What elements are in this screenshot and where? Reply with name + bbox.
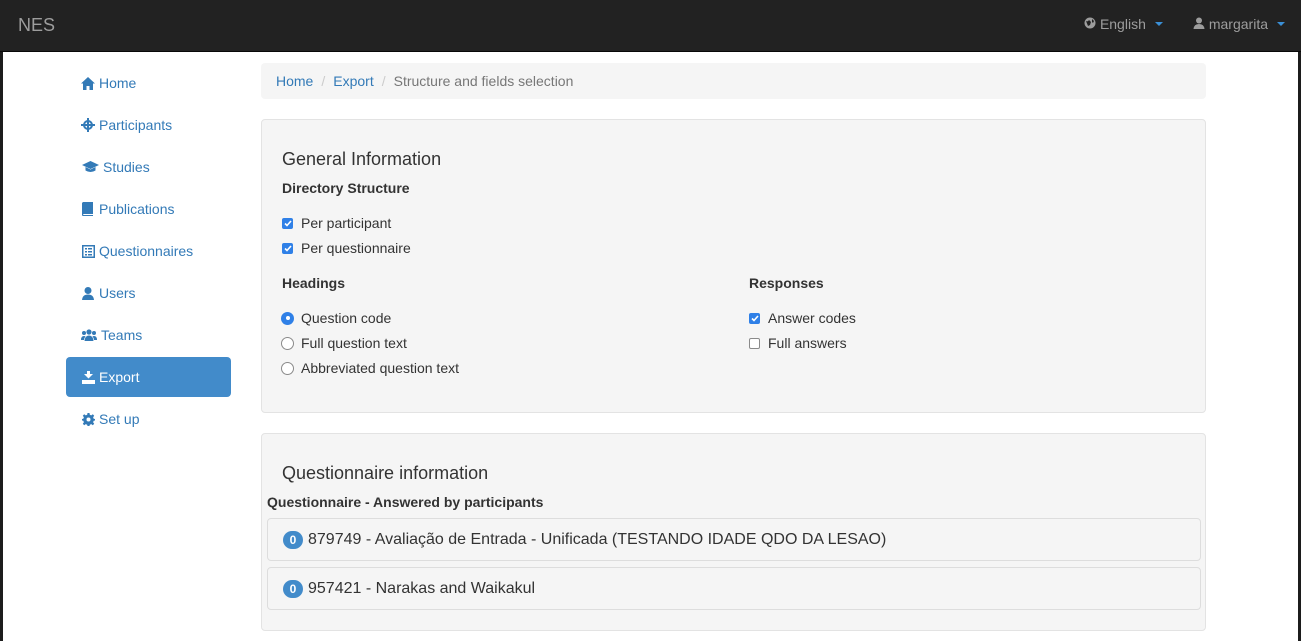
language-label: English: [1099, 16, 1146, 32]
question-code-radio[interactable]: [281, 311, 294, 325]
sidebar-item-home[interactable]: Home: [66, 63, 231, 103]
sidebar: Home Participants Studies Publications Q…: [66, 63, 231, 441]
sidebar-item-label: Home: [99, 75, 137, 91]
questionnaire-item-label: 957421 - Narakas and Waikakul: [308, 579, 536, 597]
sidebar-item-label: Questionnaires: [99, 243, 194, 259]
brand-logo[interactable]: NES: [18, 15, 55, 36]
full-question-text-label: Full question text: [301, 335, 407, 351]
sidebar-item-export[interactable]: Export: [66, 357, 231, 397]
questionnaire-information-title: Questionnaire information: [282, 463, 489, 483]
chevron-down-icon: [1154, 22, 1163, 26]
language-dropdown[interactable]: English: [1084, 16, 1163, 32]
breadcrumb-current: Structure and fields selection: [393, 73, 574, 89]
breadcrumb: Home / Export / Structure and fields selecti…: [261, 63, 1206, 99]
breadcrumb-export[interactable]: Export: [333, 73, 373, 89]
abbreviated-question-text-option[interactable]: Abbreviated question text: [281, 359, 459, 377]
directory-structure-title: Directory Structure: [282, 180, 410, 196]
questionnaire-subtitle: Questionnaire - Answered by participants: [267, 494, 544, 510]
per-questionnaire-option[interactable]: Per questionnaire: [282, 239, 411, 257]
top-navbar: NES English margarita: [0, 0, 1301, 52]
questionnaire-information-panel: Questionnaire information Questionnaire …: [261, 433, 1206, 631]
per-participant-option[interactable]: Per participant: [282, 214, 391, 232]
sidebar-item-label: Publications: [99, 201, 175, 217]
sidebar-item-setup[interactable]: Set up: [66, 399, 231, 439]
question-code-label: Question code: [301, 310, 392, 326]
answer-codes-label: Answer codes: [768, 310, 856, 326]
abbreviated-question-text-radio[interactable]: [281, 361, 294, 375]
per-questionnaire-checkbox[interactable]: [282, 242, 293, 254]
abbreviated-question-text-label: Abbreviated question text: [301, 360, 459, 376]
answer-codes-option[interactable]: Answer codes: [749, 309, 856, 327]
users-icon: [81, 328, 97, 342]
questionnaire-item[interactable]: 0 957421 - Narakas and Waikakul: [267, 567, 1201, 610]
globe-icon: [1084, 16, 1096, 32]
sidebar-item-label: Teams: [101, 327, 143, 343]
list-alt-icon: [81, 244, 95, 258]
general-information-title: General Information: [282, 149, 442, 169]
full-answers-label: Full answers: [768, 335, 847, 351]
count-badge: 0: [283, 530, 303, 549]
home-icon: [81, 76, 95, 90]
question-code-option[interactable]: Question code: [281, 309, 391, 327]
sidebar-item-label: Export: [99, 369, 140, 385]
chevron-down-icon: [1277, 22, 1285, 26]
questionnaire-item-label: 879749 - Avaliação de Entrada - Unificad…: [308, 530, 887, 548]
user-icon: [81, 286, 95, 300]
sidebar-item-users[interactable]: Users: [66, 273, 231, 313]
crosshair-icon: [81, 118, 95, 132]
responses-title: Responses: [749, 275, 824, 291]
full-answers-option[interactable]: Full answers: [749, 334, 847, 352]
breadcrumb-separator: /: [321, 73, 326, 89]
full-question-text-radio[interactable]: [281, 336, 294, 350]
book-icon: [81, 202, 95, 216]
user-dropdown[interactable]: margarita: [1193, 16, 1285, 32]
sidebar-item-questionnaires[interactable]: Questionnaires: [66, 231, 231, 271]
username-label: margarita: [1208, 16, 1268, 32]
window-border-left: [0, 52, 3, 641]
sidebar-item-label: Users: [99, 285, 136, 301]
graduation-cap-icon: [81, 160, 99, 174]
breadcrumb-home[interactable]: Home: [276, 73, 313, 89]
sidebar-item-label: Set up: [99, 411, 140, 427]
per-questionnaire-label: Per questionnaire: [301, 240, 411, 256]
export-icon: [81, 370, 95, 384]
sidebar-item-studies[interactable]: Studies: [66, 147, 231, 187]
per-participant-label: Per participant: [301, 215, 392, 231]
breadcrumb-separator: /: [381, 73, 386, 89]
per-participant-checkbox[interactable]: [282, 217, 293, 229]
navbar-right: English margarita: [1084, 16, 1285, 32]
general-information-panel: General Information Directory Structure …: [261, 119, 1206, 413]
headings-title: Headings: [282, 275, 346, 291]
sidebar-item-label: Studies: [103, 159, 150, 175]
sidebar-item-teams[interactable]: Teams: [66, 315, 231, 355]
sidebar-item-publications[interactable]: Publications: [66, 189, 231, 229]
count-badge: 0: [283, 579, 303, 598]
full-question-text-option[interactable]: Full question text: [281, 334, 407, 352]
full-answers-checkbox[interactable]: [749, 337, 760, 349]
sidebar-item-label: Participants: [99, 117, 173, 133]
questionnaire-item[interactable]: 0 879749 - Avaliação de Entrada - Unific…: [267, 518, 1201, 561]
answer-codes-checkbox[interactable]: [749, 312, 760, 324]
sidebar-item-participants[interactable]: Participants: [66, 105, 231, 145]
user-icon: [1193, 16, 1205, 32]
cog-icon: [81, 412, 95, 426]
